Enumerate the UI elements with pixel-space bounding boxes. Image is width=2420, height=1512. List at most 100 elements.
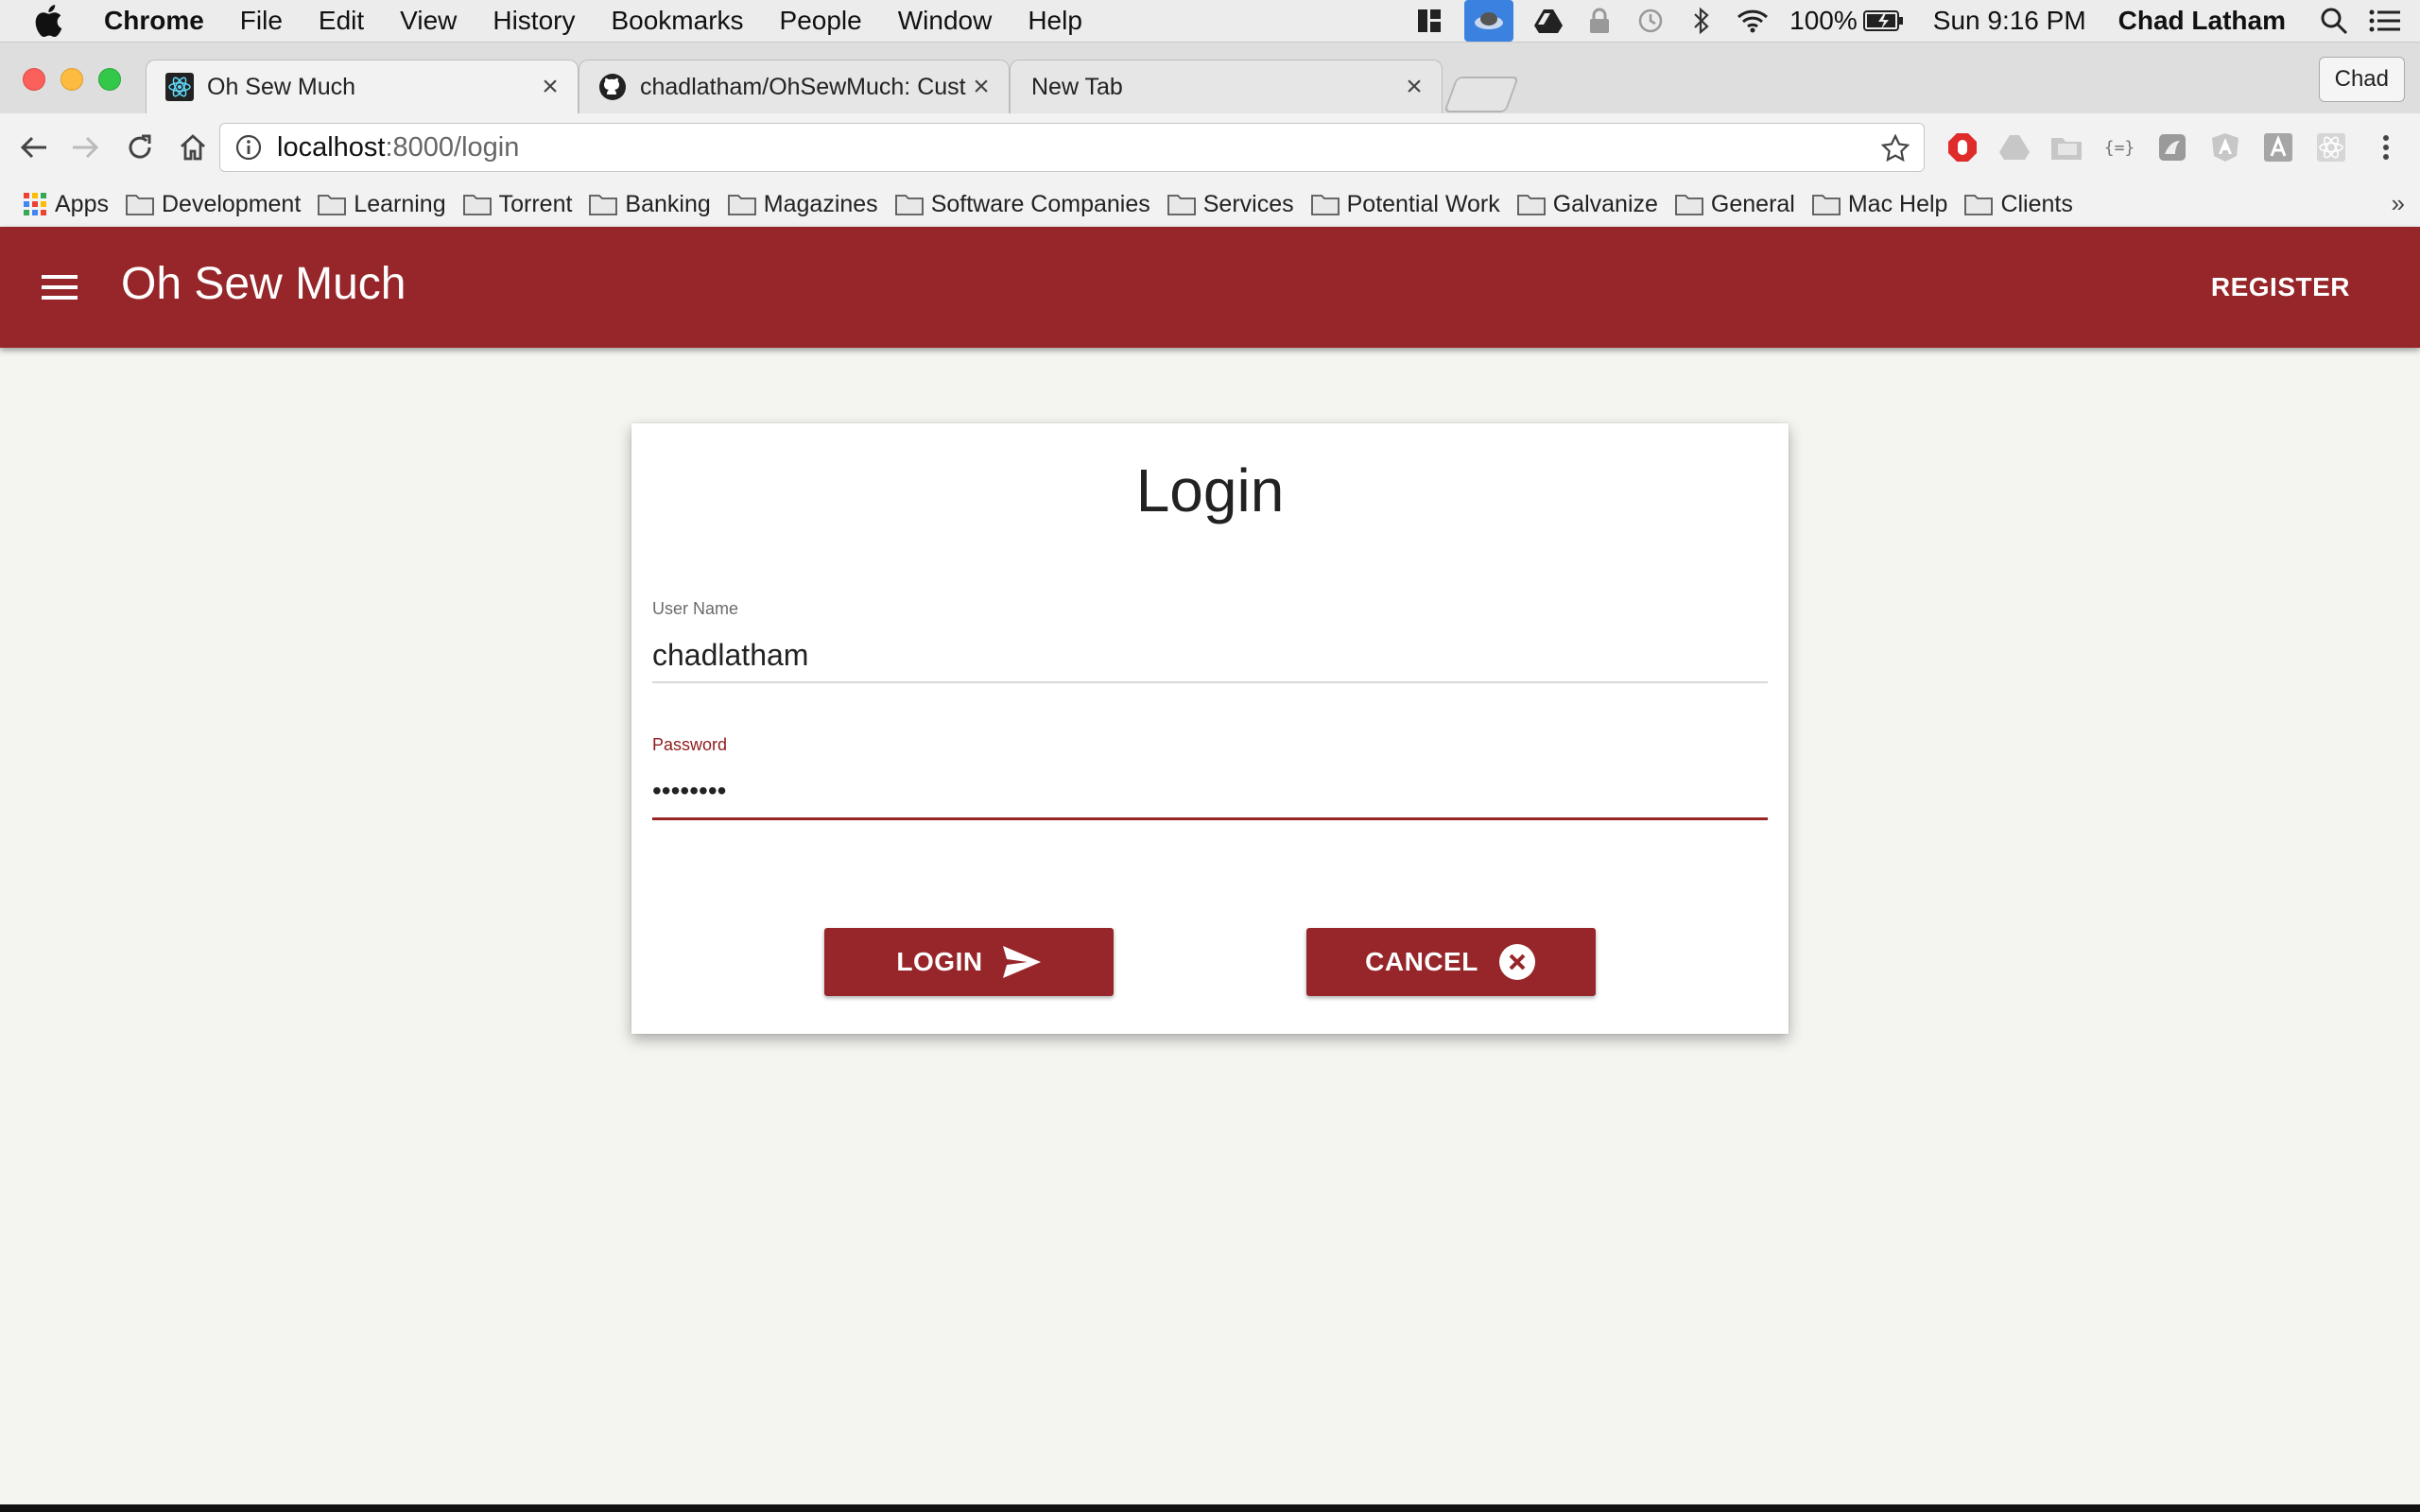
spotlight-search-icon[interactable] bbox=[2318, 5, 2350, 37]
close-tab-icon[interactable]: × bbox=[967, 71, 995, 102]
hamburger-menu-icon[interactable] bbox=[42, 270, 78, 304]
close-tab-icon[interactable]: × bbox=[1400, 71, 1428, 102]
close-tab-icon[interactable]: × bbox=[536, 71, 564, 102]
bookmark-label: Torrent bbox=[498, 190, 573, 217]
clock[interactable]: Sun 9:16 PM bbox=[1933, 6, 2086, 36]
tab-oh-sew-much[interactable]: Oh Sew Much × bbox=[146, 60, 579, 113]
bookmark-folder-services[interactable]: Services bbox=[1167, 191, 1294, 218]
user-name[interactable]: Chad Latham bbox=[2118, 6, 2286, 36]
bookmark-label: Galvanize bbox=[1552, 190, 1658, 217]
tab-new-tab[interactable]: New Tab × bbox=[1010, 60, 1443, 113]
bookmark-folder-galvanize[interactable]: Galvanize bbox=[1516, 190, 1658, 218]
tab-title: chadlatham/OhSewMuch: Cust bbox=[640, 73, 966, 100]
browser-toolbar: localhost:8000/login {=} bbox=[0, 113, 2420, 181]
bookmark-label: Potential Work bbox=[1346, 190, 1500, 217]
folder-icon bbox=[462, 195, 492, 215]
app-header: Oh Sew Much REGISTER bbox=[0, 227, 2420, 348]
bookmark-folder-banking[interactable]: Banking bbox=[589, 190, 711, 218]
home-icon[interactable] bbox=[174, 129, 212, 166]
react-devtools-icon[interactable] bbox=[2314, 130, 2348, 164]
apps-grid-icon bbox=[24, 193, 46, 215]
react-icon bbox=[165, 73, 194, 101]
hat-icon[interactable] bbox=[1464, 0, 1514, 42]
time-machine-icon[interactable] bbox=[1634, 5, 1667, 37]
bookmark-label: Banking bbox=[625, 190, 711, 217]
bookmark-label: Software Companies bbox=[930, 190, 1150, 217]
register-button[interactable]: REGISTER bbox=[2211, 272, 2350, 302]
menu-edit[interactable]: Edit bbox=[319, 6, 364, 36]
username-underline bbox=[652, 681, 1768, 683]
bookmark-folder-mac-help[interactable]: Mac Help bbox=[1811, 191, 1947, 218]
chrome-menu-icon[interactable] bbox=[2369, 130, 2403, 164]
drive-extension-icon[interactable] bbox=[1997, 130, 2031, 164]
login-button[interactable]: LOGIN bbox=[824, 928, 1114, 996]
font-extension-icon[interactable] bbox=[2261, 130, 2295, 164]
login-button-label: LOGIN bbox=[896, 947, 983, 976]
battery-icon[interactable] bbox=[1862, 5, 1905, 37]
app-title: Oh Sew Much bbox=[121, 259, 406, 309]
tab-title: Oh Sew Much bbox=[207, 73, 356, 100]
new-tab-button[interactable] bbox=[1443, 77, 1519, 112]
folder-icon bbox=[1675, 195, 1703, 215]
info-icon[interactable] bbox=[233, 132, 264, 163]
github-icon bbox=[598, 73, 627, 101]
address-bar[interactable]: localhost:8000/login bbox=[219, 123, 1925, 172]
extension-folder-icon[interactable] bbox=[2049, 130, 2083, 164]
angular-icon[interactable] bbox=[2208, 130, 2242, 164]
bookmark-folder-torrent[interactable]: Torrent bbox=[462, 190, 573, 218]
adblock-icon[interactable] bbox=[1945, 130, 1979, 164]
notification-center-icon[interactable] bbox=[2369, 5, 2401, 37]
folder-icon bbox=[589, 195, 618, 215]
bookmark-folder-learning[interactable]: Learning bbox=[318, 191, 446, 218]
password-label: Password bbox=[652, 735, 728, 754]
cancel-button[interactable]: CANCEL bbox=[1306, 928, 1596, 996]
username-field: User Name bbox=[652, 599, 1768, 683]
google-drive-icon[interactable] bbox=[1532, 5, 1564, 37]
bookmarks-overflow-button[interactable]: » bbox=[2392, 189, 2405, 218]
url-path: :8000/login bbox=[385, 131, 520, 163]
folder-icon bbox=[1167, 195, 1196, 215]
extension-square-icon[interactable] bbox=[2155, 130, 2189, 164]
back-icon[interactable] bbox=[15, 129, 53, 166]
wifi-icon[interactable] bbox=[1737, 5, 1769, 37]
bookmark-folder-development[interactable]: Development bbox=[126, 191, 301, 218]
bookmark-apps[interactable]: Apps bbox=[23, 191, 109, 218]
menu-app-name[interactable]: Chrome bbox=[104, 6, 204, 36]
lock-icon[interactable] bbox=[1583, 5, 1616, 37]
apple-icon[interactable] bbox=[34, 0, 76, 42]
dashboard-icon[interactable] bbox=[1413, 5, 1445, 37]
forward-icon[interactable] bbox=[66, 129, 104, 166]
username-input[interactable] bbox=[652, 636, 1768, 674]
username-label: User Name bbox=[652, 599, 739, 618]
maximize-window-button[interactable] bbox=[98, 68, 121, 91]
login-title: Login bbox=[1135, 456, 1285, 524]
menu-view[interactable]: View bbox=[400, 6, 457, 36]
menu-history[interactable]: History bbox=[493, 6, 575, 36]
url-host: localhost bbox=[277, 131, 386, 163]
send-icon bbox=[1002, 943, 1042, 981]
bookmark-folder-potential-work[interactable]: Potential Work bbox=[1310, 190, 1500, 218]
bookmark-folder-clients[interactable]: Clients bbox=[1964, 191, 2073, 218]
password-underline bbox=[652, 817, 1768, 820]
bluetooth-icon[interactable] bbox=[1685, 5, 1718, 37]
menu-people[interactable]: People bbox=[780, 6, 862, 36]
bookmark-folder-software-companies[interactable]: Software Companies bbox=[894, 190, 1150, 218]
bookmark-folder-magazines[interactable]: Magazines bbox=[727, 191, 878, 218]
menu-file[interactable]: File bbox=[240, 6, 283, 36]
profile-button[interactable]: Chad bbox=[2318, 57, 2405, 102]
password-input[interactable] bbox=[652, 772, 1768, 810]
menu-bookmarks[interactable]: Bookmarks bbox=[611, 6, 743, 36]
menu-help[interactable]: Help bbox=[1028, 6, 1082, 36]
json-formatter-icon[interactable]: {=} bbox=[2102, 130, 2136, 164]
window-bottom-edge bbox=[0, 1504, 2420, 1512]
bookmark-label: General bbox=[1710, 190, 1795, 217]
bookmark-star-icon[interactable] bbox=[1880, 133, 1910, 163]
tab-github-repo[interactable]: chadlatham/OhSewMuch: Cust × bbox=[579, 60, 1010, 113]
menu-window[interactable]: Window bbox=[898, 6, 993, 36]
close-window-button[interactable] bbox=[23, 68, 45, 91]
reload-icon[interactable] bbox=[121, 129, 159, 166]
bookmark-folder-general[interactable]: General bbox=[1675, 191, 1795, 218]
tab-title: New Tab bbox=[1031, 73, 1123, 100]
folder-icon bbox=[727, 195, 756, 215]
minimize-window-button[interactable] bbox=[60, 68, 83, 91]
